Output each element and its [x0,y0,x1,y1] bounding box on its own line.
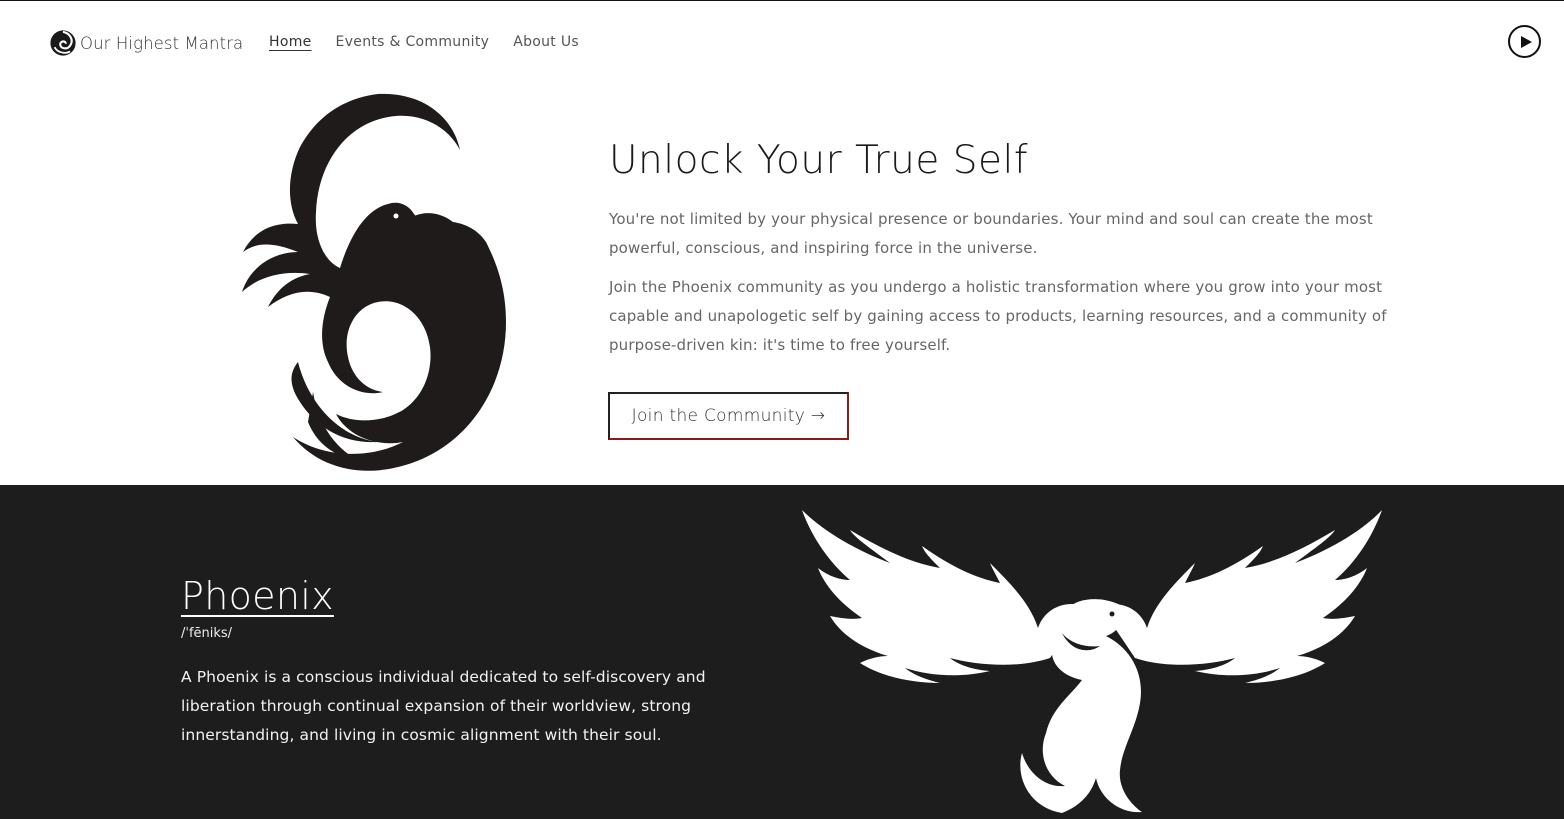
page: Our Highest Mantra Home Events & Communi… [0,0,1564,819]
definition-pronunciation: /ˈfēniks/ [181,626,233,641]
nav-home[interactable]: Home [269,34,312,50]
nav-events-community[interactable]: Events & Community [336,34,490,50]
brand-name: Our Highest Mantra [80,33,244,53]
phoenix-spread-wings-icon [802,510,1382,813]
join-community-button[interactable]: Join the Community → [608,392,849,440]
definition-word: Phoenix [181,574,334,618]
brand-logo-icon [50,30,76,56]
site-header: Our Highest Mantra Home Events & Communi… [0,1,1564,85]
hero-content: Unlock Your True Self You're not limited… [609,138,1389,360]
definition-description: A Phoenix is a conscious individual dedi… [181,668,706,744]
hero-paragraph-1: You're not limited by your physical pres… [609,210,1373,257]
main-nav: Home Events & Community About Us [269,34,603,50]
hero-paragraph-2: Join the Phoenix community as you underg… [609,278,1387,354]
nav-about-us[interactable]: About Us [513,34,579,50]
hero-title: Unlock Your True Self [609,138,1029,183]
brand-link[interactable]: Our Highest Mantra [49,28,243,58]
phoenix-circle-icon [242,93,506,471]
play-button[interactable] [1508,25,1541,58]
play-icon [1520,35,1532,48]
